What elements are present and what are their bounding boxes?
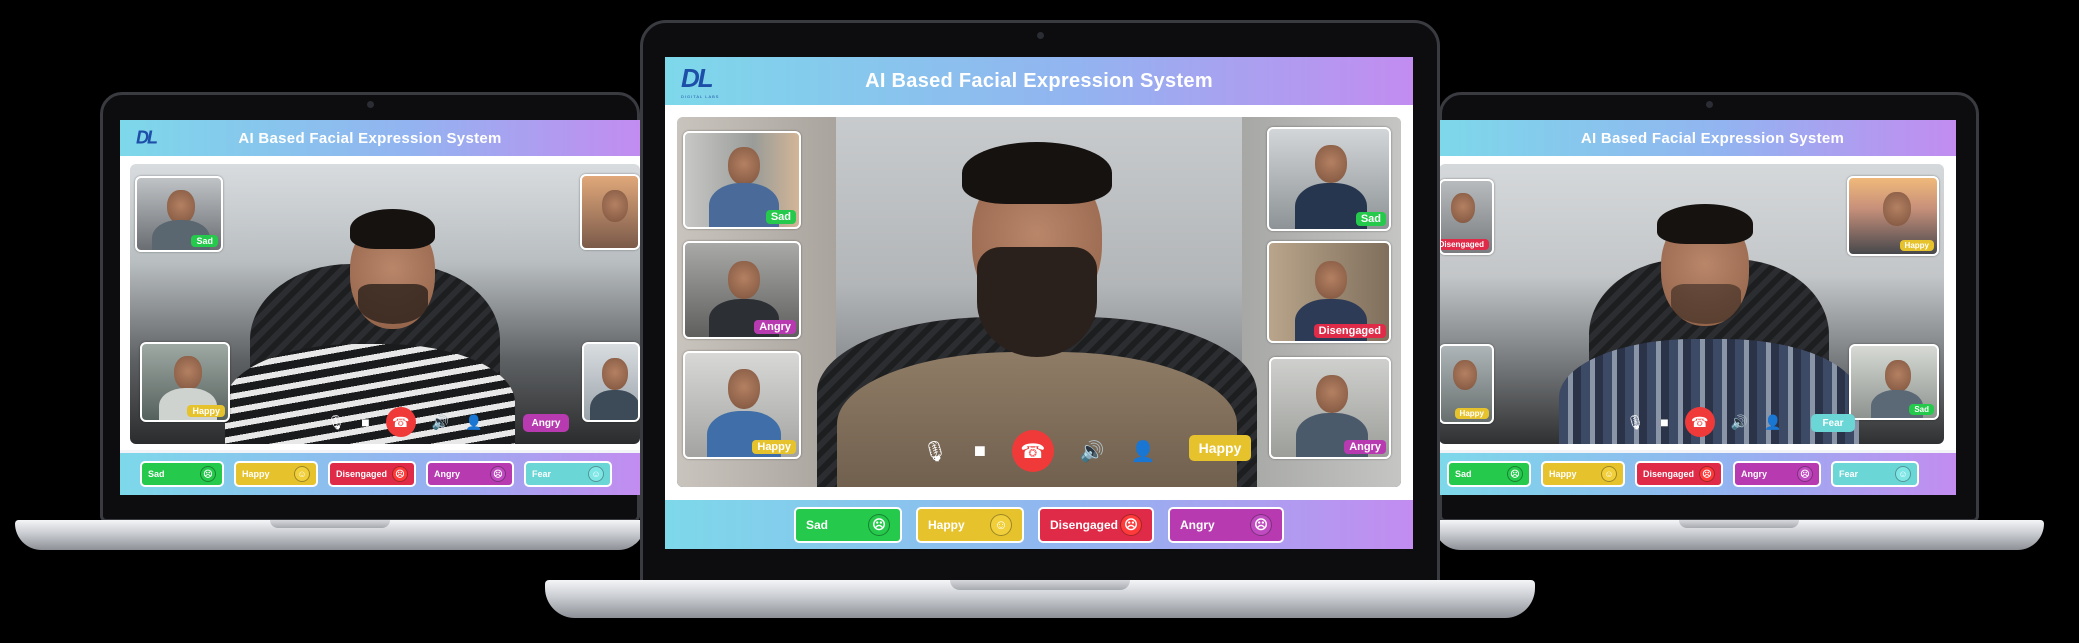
fear-face-icon: ☺ (1895, 466, 1911, 482)
speaker-icon[interactable]: 🔊 (1731, 414, 1748, 431)
emotion-tag: Sad (191, 235, 218, 247)
app-logo: DL (136, 127, 158, 148)
mic-off-icon[interactable]: 🎙 (1626, 414, 1644, 431)
participant-thumb[interactable]: Angry (683, 241, 801, 339)
center-screen: DL DIGITAL LABS AI Based Facial Expressio… (665, 57, 1413, 549)
emotion-tag: Happy (752, 440, 796, 454)
app-header: DL DIGITAL LABS AI Based Facial Expressio… (665, 57, 1413, 105)
add-user-icon[interactable]: 👤 (1131, 439, 1156, 464)
legend-chip-angry: Angry ☹ (1733, 461, 1821, 487)
video-camera-icon[interactable]: ■ (361, 414, 369, 430)
participant-thumb[interactable]: Angry (1269, 357, 1391, 459)
phone-hangup-icon[interactable]: ☎ (1011, 430, 1054, 472)
participant-thumb[interactable]: Disengaged (1267, 241, 1391, 343)
legend-chip-happy: Happy ☺ (916, 506, 1024, 543)
disengaged-face-icon: ☹ (1120, 513, 1142, 536)
video-camera-icon[interactable]: ■ (974, 440, 986, 463)
showcase-stage: DL AI Based Facial Expression System Sad (0, 0, 2079, 643)
disengaged-face-icon: ☹ (1699, 466, 1715, 482)
main-video: Sad Angry Happy Sad Disengaged Angry 🎙 ■… (677, 117, 1401, 487)
angry-face-icon: ☹ (490, 466, 506, 482)
app-title: AI Based Facial Expression System (865, 69, 1213, 92)
happy-face-icon: ☺ (990, 513, 1012, 536)
participant-thumb[interactable]: Sad (1267, 127, 1391, 231)
emotion-tag: Happy (1899, 240, 1934, 251)
legend-chip-angry: Angry ☹ (426, 461, 514, 487)
angry-face-icon: ☹ (1797, 466, 1813, 482)
emotion-tag: Angry (754, 320, 796, 334)
mic-off-icon[interactable]: 🎙 (327, 414, 345, 431)
speaker-icon[interactable]: 🔊 (432, 414, 449, 431)
speaker-icon[interactable]: 🔊 (1080, 439, 1105, 464)
participant-thumb[interactable]: Happy (1847, 176, 1939, 256)
call-controls: 🎙 ■ ☎ 🔊 👤 (909, 429, 1169, 473)
participant-thumb[interactable]: Sad (1849, 344, 1939, 420)
happy-face-icon: ☺ (1601, 466, 1617, 482)
main-emotion-badge: Fear (1811, 414, 1855, 432)
participant-thumb[interactable]: Sad (135, 176, 223, 252)
add-user-icon[interactable]: 👤 (1764, 414, 1781, 431)
legend-chip-happy: Happy ☺ (1541, 461, 1625, 487)
add-user-icon[interactable]: 👤 (465, 414, 482, 431)
phone-hangup-icon[interactable]: ☎ (1684, 407, 1715, 437)
emotion-tag: Happy (187, 405, 225, 417)
app-title: AI Based Facial Expression System (238, 129, 502, 147)
app-logo: DL DIGITAL LABS (681, 63, 720, 99)
emotion-legend: Sad ☹ Happy ☺ Disengaged ☹ Angry ☹ (665, 500, 1413, 549)
emotion-tag: Disengaged (1313, 324, 1386, 338)
participant-thumb[interactable]: Happy (140, 342, 230, 422)
emotion-tag: Sad (1909, 404, 1934, 415)
angry-face-icon: ☹ (1250, 513, 1272, 536)
phone-hangup-icon[interactable]: ☎ (385, 407, 416, 437)
legend-chip-angry: Angry ☹ (1168, 506, 1284, 543)
legend-chip-sad: Sad ☹ (140, 461, 224, 487)
participant-thumb[interactable]: Sad (683, 131, 801, 229)
sad-face-icon: ☹ (868, 513, 890, 536)
legend-chip-disengaged: Disengaged ☹ (1038, 506, 1154, 543)
happy-face-icon: ☺ (294, 466, 310, 482)
emotion-tag: Sad (1355, 212, 1386, 226)
legend-chip-happy: Happy ☺ (234, 461, 318, 487)
mic-off-icon[interactable]: 🎙 (922, 439, 947, 464)
emotion-tag: Angry (1344, 440, 1386, 454)
participant-thumb[interactable]: Happy (683, 351, 801, 459)
legend-chip-disengaged: Disengaged ☹ (328, 461, 416, 487)
sad-face-icon: ☹ (200, 466, 216, 482)
disengaged-face-icon: ☹ (392, 466, 408, 482)
call-controls: 🎙 ■ ☎ 🔊 👤 (305, 406, 505, 438)
app-title: AI Based Facial Expression System (1580, 129, 1845, 147)
center-laptop: DL DIGITAL LABS AI Based Facial Expressio… (540, 0, 1540, 643)
emotion-tag: Sad (765, 210, 796, 224)
legend-chip-disengaged: Disengaged ☹ (1635, 461, 1723, 487)
legend-chip-sad: Sad ☹ (794, 506, 902, 543)
video-camera-icon[interactable]: ■ (1660, 414, 1668, 430)
main-emotion-badge: Happy (1189, 435, 1251, 461)
call-controls: 🎙 ■ ☎ 🔊 👤 (1604, 406, 1804, 438)
legend-chip-fear: Fear ☺ (1831, 461, 1919, 487)
